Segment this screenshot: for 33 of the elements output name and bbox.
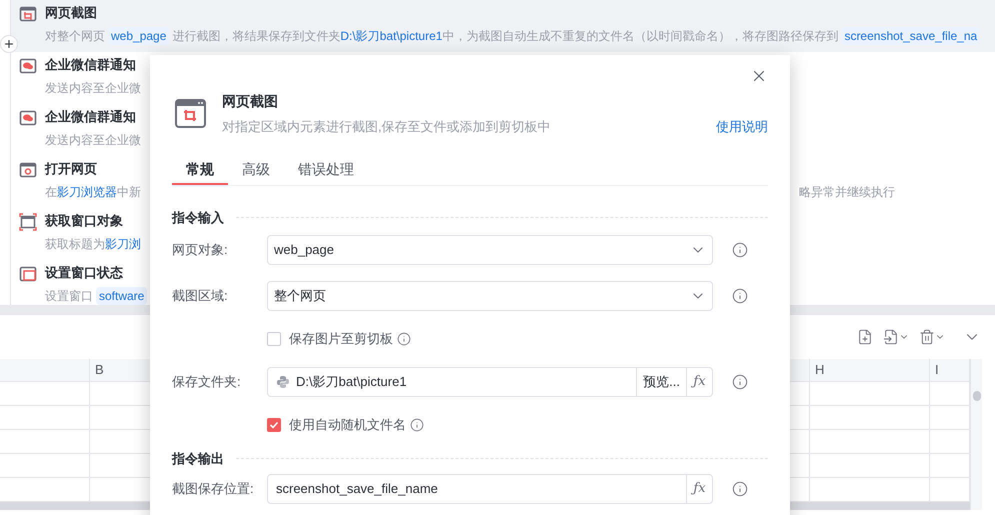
- field-value: D:\影刀bat\picture1: [296, 373, 408, 392]
- variable-chip: screenshot_save_file_na: [841, 26, 980, 44]
- step-title: 设置窗口状态: [45, 264, 123, 282]
- variable-chip: software: [96, 286, 148, 304]
- step-title: 企业微信群通知: [45, 108, 136, 126]
- description-text: 对整个网页: [45, 28, 105, 44]
- section-title: 指令输出: [172, 450, 224, 468]
- column-header: H: [810, 359, 930, 382]
- checkbox-label: 保存图片至剪切板: [289, 330, 393, 348]
- dialog-subtitle: 对指定区域内元素进行截图,保存至文件或添加到剪切板中: [222, 118, 551, 136]
- field-label: 网页对象:: [172, 241, 229, 260]
- description-text: 略异常并继续执行: [799, 184, 895, 200]
- description-text: 进行截图，将结果保存到文件夹: [172, 28, 340, 44]
- section-title: 指令输入: [172, 208, 224, 226]
- description-text: 在: [45, 184, 57, 200]
- step-title: 打开网页: [45, 160, 97, 178]
- description-text: 设置窗口: [45, 288, 93, 304]
- step-title: 网页截图: [45, 4, 97, 22]
- checkbox-label: 使用自动随机文件名: [289, 416, 406, 434]
- description-text: 中新: [117, 184, 141, 200]
- field-value: screenshot_save_file_name: [275, 480, 439, 498]
- field-label: 截图保存位置:: [172, 480, 255, 498]
- step-title: 企业微信群通知: [45, 56, 136, 74]
- step-title: 获取窗口对象: [45, 212, 123, 230]
- variable-chip: web_page: [108, 26, 170, 44]
- dialog-title: 网页截图: [222, 92, 279, 111]
- description-text: 发送内容至企业微: [45, 132, 141, 148]
- select-value: 整个网页: [274, 287, 326, 306]
- description-text: 获取标题为: [45, 236, 105, 252]
- select-value: web_page: [274, 241, 334, 260]
- description-text: 中，为截图自动生成不重复的文件名（以时间戳命名），将存图路径保存到: [442, 28, 838, 44]
- description-text: 发送内容至企业微: [45, 80, 141, 96]
- field-label: 截图区域:: [172, 287, 229, 306]
